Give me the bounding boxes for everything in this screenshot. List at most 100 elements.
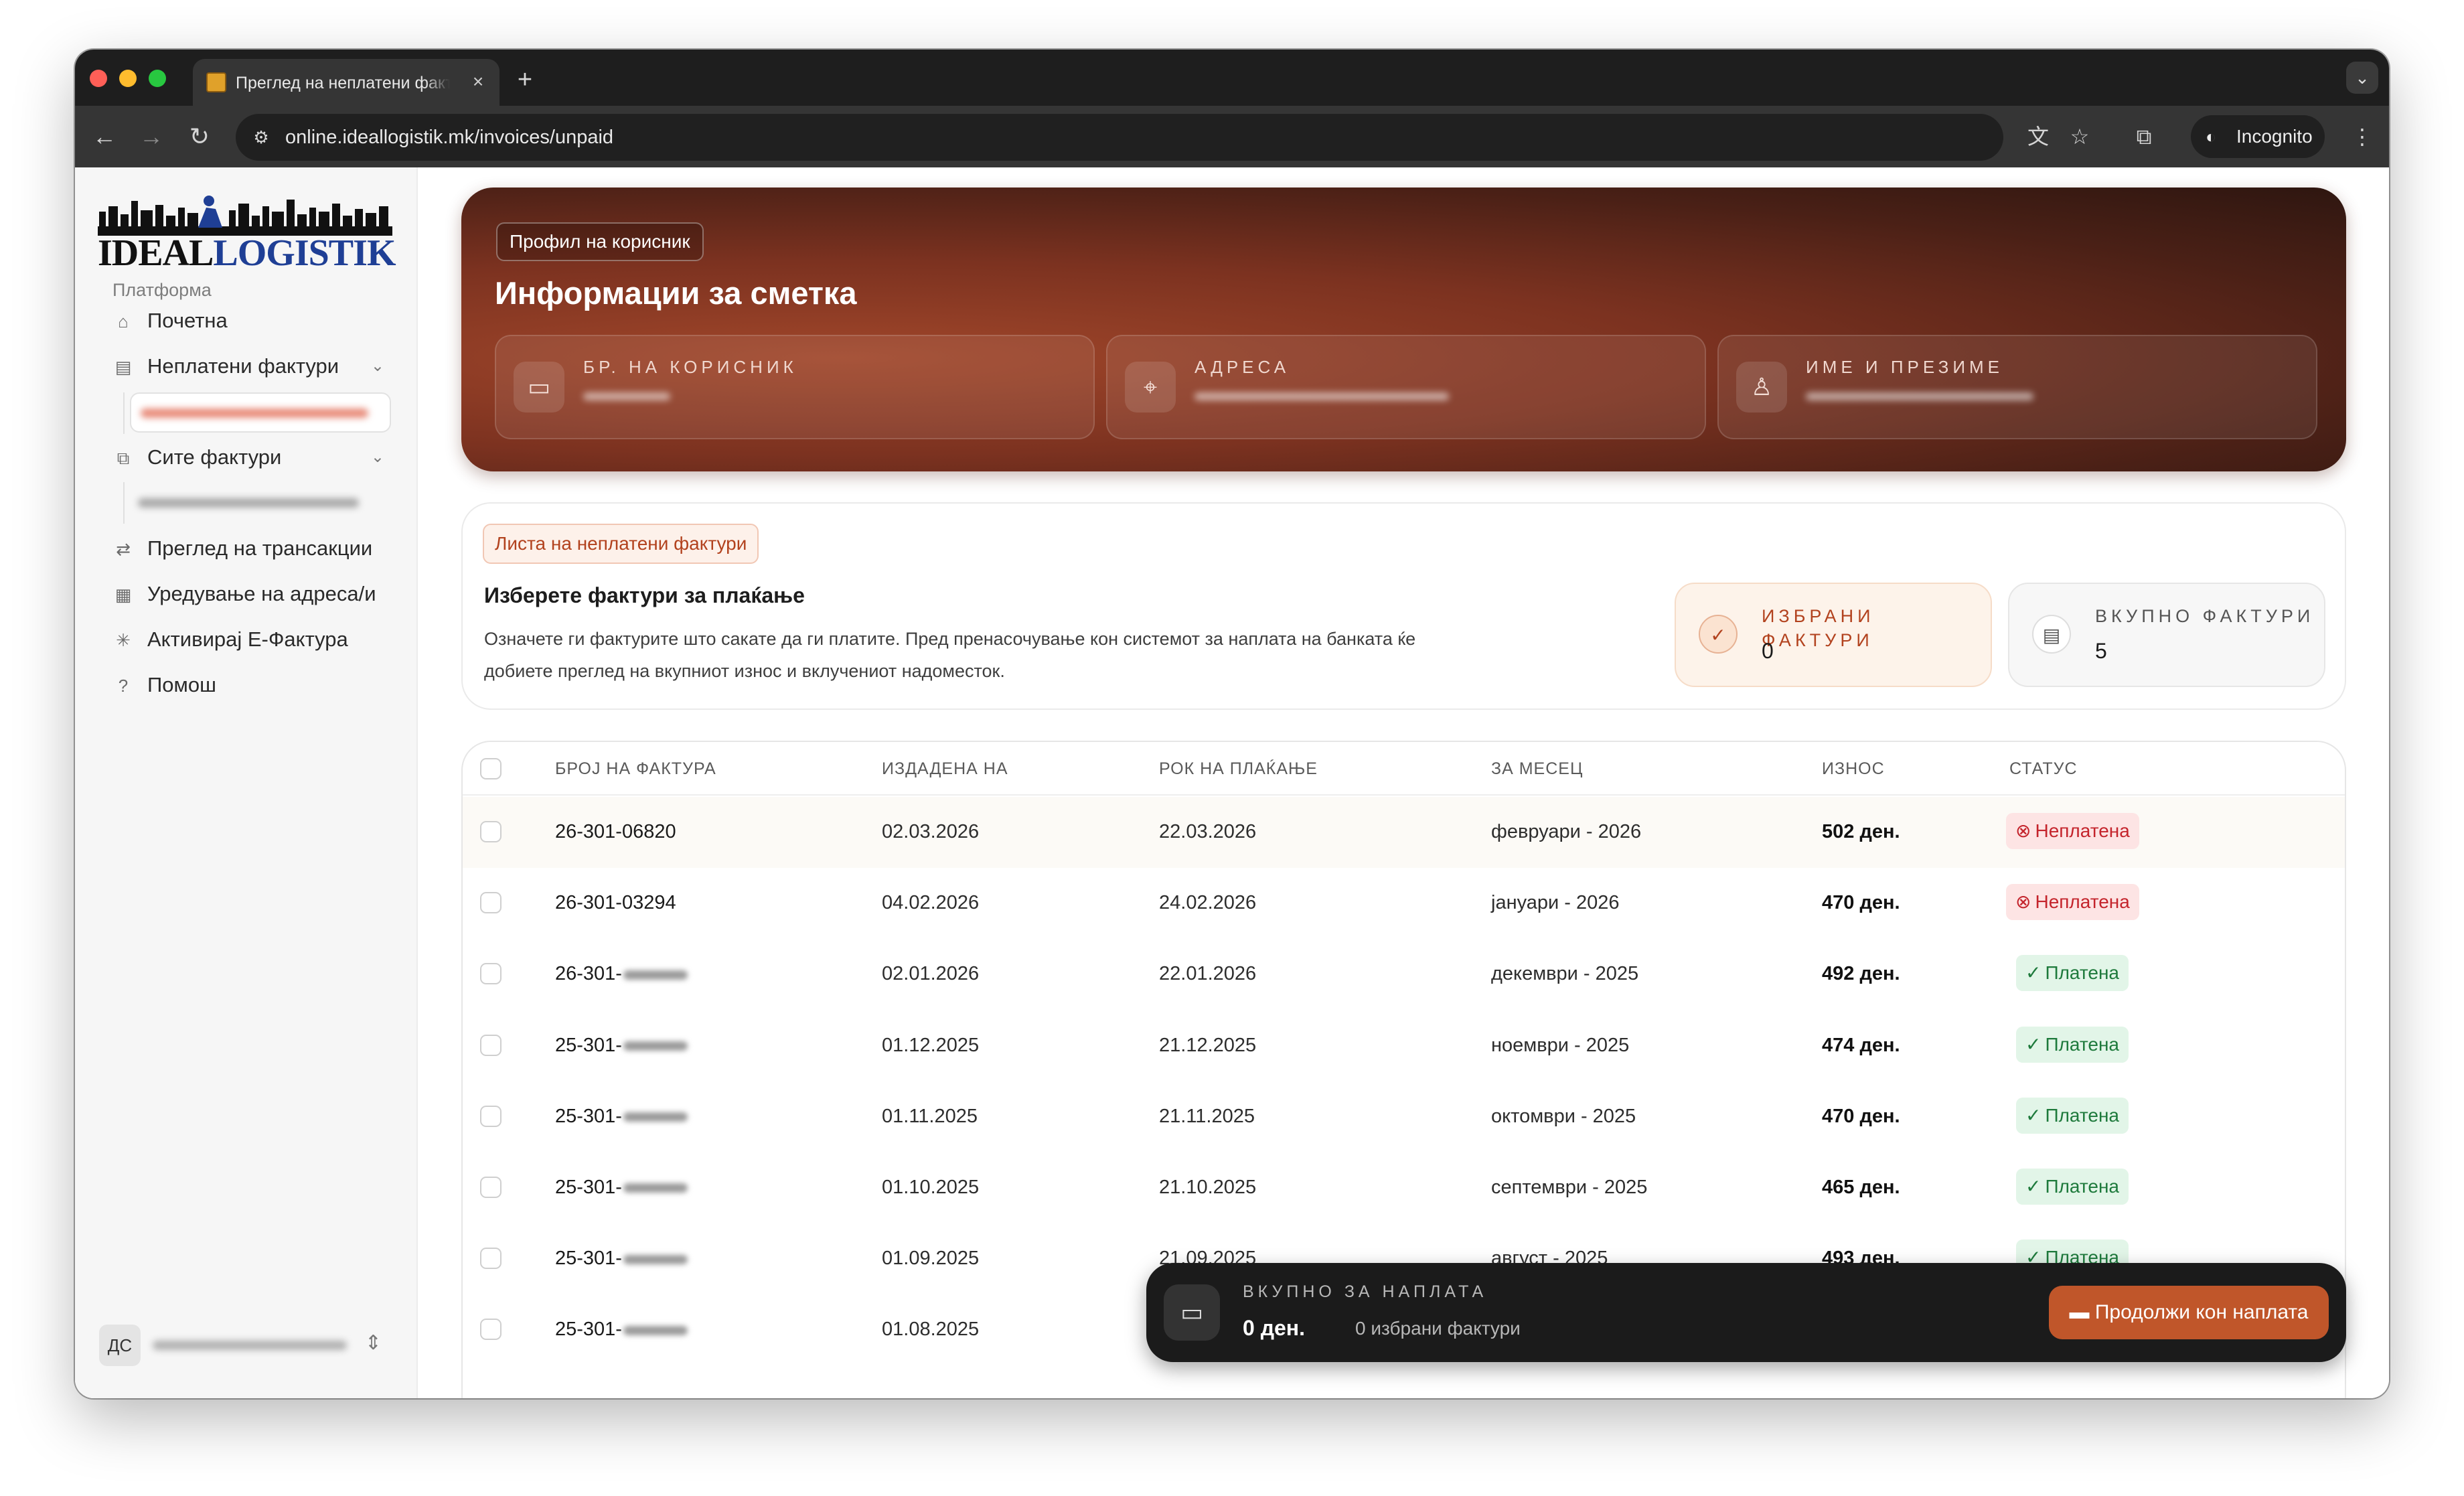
extensions-icon[interactable]: ⧉ [2127, 119, 2161, 154]
sidebar-item-label: Сите фактури [147, 445, 282, 469]
tab-search-button[interactable]: ⌄ [2346, 62, 2378, 94]
sidebar-item-transactions[interactable]: ⇄ Преглед на трансакции [99, 529, 394, 568]
due-cell: 22.03.2026 [1159, 821, 1257, 842]
invoice-number: 25-301- [555, 1248, 622, 1270]
selected-count: 0 избрани фактури [1355, 1318, 1521, 1339]
tab-close-icon[interactable]: × [465, 68, 491, 95]
sidebar-item-addresses[interactable]: ▦ Уредување на адреса/и [99, 575, 394, 613]
due-cell: 24.02.2026 [1159, 892, 1257, 914]
selected-invoices-stat: ✓ ИЗБРАНИ ФАКТУРИ 0 [1675, 583, 1992, 687]
issued-cell: 01.08.2025 [882, 1319, 980, 1341]
table-row[interactable]: 26-301- 02.01.2026 22.01.2026 декември - 20… [463, 939, 2345, 1010]
table-row[interactable]: 26-301-03294 04.02.2026 24.02.2026 јануари … [463, 868, 2345, 939]
sidebar-item-e-invoice[interactable]: ✳ Активирај Е-Фактура [99, 620, 394, 659]
address-bar[interactable]: ⚙ online.ideallogistik.mk/invoices/unpai… [236, 114, 2003, 161]
payment-summary-bar: ▭ ВКУПНО ЗА НАПЛАТА 0 ден. 0 избрани фак… [1146, 1263, 2346, 1362]
redacted-user-name [153, 1341, 347, 1350]
amount-cell: 492 ден. [1822, 963, 1900, 985]
month-cell: ноември - 2025 [1491, 1034, 1630, 1056]
sidebar-item-label: Помош [147, 673, 216, 696]
invoice-number: 26-301-03294 [555, 892, 676, 914]
row-checkbox[interactable] [480, 1177, 502, 1198]
sidebar-item-unpaid-invoices[interactable]: ▤ Неплатени фактури ⌄ [99, 347, 394, 386]
issued-cell: 04.02.2026 [882, 892, 980, 914]
select-all-checkbox[interactable] [480, 758, 502, 779]
forward-icon[interactable]: → [134, 119, 169, 154]
continue-to-payment-button[interactable]: ▬ Продолжи кон наплата [2049, 1286, 2329, 1339]
payment-total-label: ВКУПНО ЗА НАПЛАТА [1243, 1282, 1488, 1301]
issued-cell: 01.12.2025 [882, 1034, 980, 1056]
maximize-window-button[interactable] [149, 70, 166, 87]
invoice-number-cell: 25-301- [555, 1245, 688, 1272]
back-icon[interactable]: ← [87, 119, 122, 154]
chevron-down-icon: ⌄ [370, 357, 384, 375]
browser-window: Преглед на неплатени факт… × + ⌄ ← → ↻ ⚙… [75, 50, 2389, 1398]
sidebar-subitem-redacted[interactable] [123, 392, 391, 434]
location-pin-icon: ⌖ [1125, 362, 1176, 413]
invoice-number-cell: 25-301- [555, 1316, 688, 1343]
card-icon: ▬ [2069, 1301, 2095, 1323]
incognito-button[interactable]: ◐ Incognito [2191, 115, 2325, 158]
redacted-invoice-suffix [623, 1041, 688, 1051]
month-cell: февруари - 2026 [1491, 821, 1642, 842]
status-badge: ⊗ Неплатена [2006, 884, 2139, 921]
new-tab-button[interactable]: + [510, 66, 540, 95]
incognito-label: Incognito [2236, 126, 2313, 147]
card-label: АДРЕСА [1195, 357, 1290, 377]
row-checkbox[interactable] [480, 963, 502, 985]
check-circle-icon: ✓ [1699, 615, 1738, 654]
unpaid-list-badge: Листа на неплатени фактури [483, 524, 759, 564]
invoice-selection-panel: Листа на неплатени фактури Изберете факт… [461, 502, 2346, 710]
user-menu[interactable]: ДС ⇕ [99, 1319, 394, 1366]
table-row[interactable]: 25-301- 01.11.2025 21.11.2025 октомври - 20… [463, 1081, 2345, 1152]
x-circle-icon: ⊗ [2015, 820, 2031, 841]
column-header: СТАТУС [2009, 759, 2078, 778]
issued-cell: 02.03.2026 [882, 821, 980, 842]
row-checkbox[interactable] [480, 1319, 502, 1341]
url-text[interactable]: online.ideallogistik.mk/invoices/unpaid [285, 125, 613, 150]
row-checkbox[interactable] [480, 1105, 502, 1127]
status-badge: ✓ Платена [2016, 1169, 2129, 1205]
status-label: Платена [2045, 1176, 2120, 1197]
amount-cell: 502 ден. [1822, 821, 1900, 842]
sidebar-subitem-redacted[interactable] [123, 482, 391, 524]
credit-card-icon: ▭ [1164, 1284, 1220, 1341]
sidebar-item-home[interactable]: ⌂ Почетна [99, 301, 394, 340]
x-circle-icon: ⊗ [2015, 891, 2031, 913]
page-title: Информации за сметка [495, 275, 857, 311]
column-header: ИЗНОС [1822, 759, 1885, 778]
invoice-number: 25-301- [555, 1105, 622, 1127]
row-checkbox[interactable] [480, 892, 502, 914]
check-circle-icon: ✓ [2025, 1033, 2042, 1055]
sidebar-item-label: Преглед на трансакции [147, 536, 373, 560]
bookmark-star-icon[interactable]: ☆ [2062, 119, 2097, 154]
browser-tab[interactable]: Преглед на неплатени факт… × [193, 59, 499, 106]
logo-wordmark: IDEALLOGISTIK [98, 233, 396, 273]
profile-badge: Профил на корисник [496, 222, 704, 261]
row-checkbox[interactable] [480, 821, 502, 842]
menu-dots-icon[interactable]: ⋮ [2345, 119, 2380, 154]
address-card: ⌖ АДРЕСА [1106, 335, 1706, 439]
row-checkbox[interactable] [480, 1034, 502, 1056]
close-window-button[interactable] [90, 70, 107, 87]
sidebar-item-all-invoices[interactable]: ⧉ Сите фактури ⌄ [99, 438, 394, 477]
table-row[interactable]: 25-301- 01.12.2025 21.12.2025 ноември - 202… [463, 1011, 2345, 1081]
table-row[interactable]: 25-301- 01.10.2025 21.10.2025 септември - 2… [463, 1152, 2345, 1223]
sidebar-item-help[interactable]: ? Помош [99, 666, 394, 704]
redacted-invoice-suffix [623, 1254, 688, 1264]
tab-bar: Преглед на неплатени факт… × + ⌄ [75, 50, 2389, 106]
status-label: Платена [2045, 1033, 2120, 1055]
minimize-window-button[interactable] [119, 70, 137, 87]
payment-total-amount: 0 ден. [1243, 1316, 1306, 1340]
amount-cell: 474 ден. [1822, 1034, 1900, 1056]
site-settings-icon[interactable]: ⚙ [248, 124, 275, 151]
row-checkbox[interactable] [480, 1248, 502, 1270]
sidebar-item-label: Неплатени фактури [147, 354, 339, 378]
invoice-number: 25-301- [555, 1177, 622, 1198]
ideallogistik-logo[interactable]: IDEALLOGISTIK [98, 192, 399, 273]
table-row[interactable]: 26-301-06820 02.03.2026 22.03.2026 февруари… [463, 797, 2345, 868]
redacted-text [138, 498, 359, 508]
translate-icon[interactable]: 文 [2021, 119, 2056, 154]
issued-cell: 01.10.2025 [882, 1177, 980, 1198]
reload-icon[interactable]: ↻ [182, 119, 217, 154]
